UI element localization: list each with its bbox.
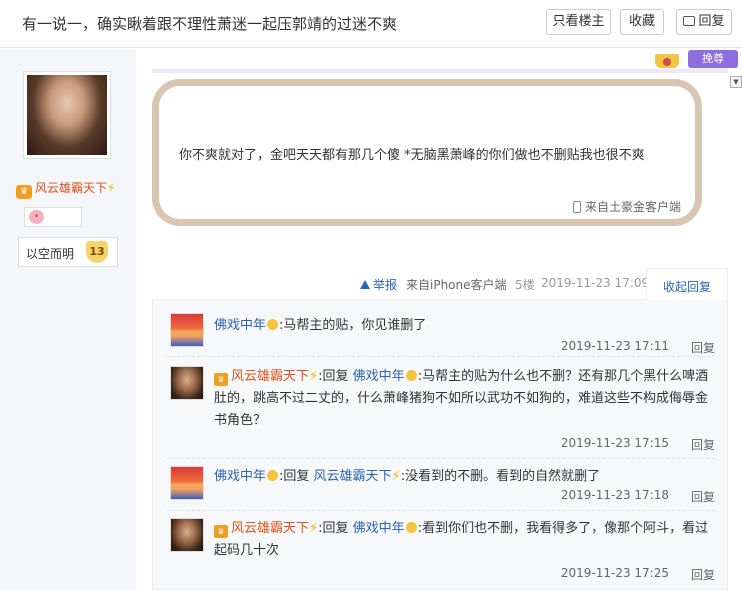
reply-divider	[167, 356, 715, 357]
avatar-image	[27, 75, 107, 155]
emoji-icon	[267, 319, 279, 330]
reply-content: 佛戏中年 :马帮主的贴，你见谁删了	[214, 315, 714, 337]
comment-icon	[683, 16, 696, 26]
author-sidebar: ♛ 风云雄霸天下⚡ • 以空而明 13	[0, 49, 136, 590]
reply-prefix: :回复	[318, 369, 353, 384]
report-link[interactable]: 举报	[360, 276, 397, 293]
post-source: 来自iPhone客户端	[406, 278, 507, 292]
author-name-row[interactable]: ♛ 风云雄霸天下⚡	[16, 179, 115, 199]
badge-strip	[152, 69, 728, 73]
reply-avatar[interactable]	[170, 518, 204, 552]
huanzun-label: 挽尊	[702, 52, 724, 65]
reply-list: 佛戏中年:马帮主的贴，你见谁删了 2019-11-23 17:11 回复 ♛ 风云…	[152, 299, 728, 590]
scroll-down-icon[interactable]: ▼	[730, 76, 742, 88]
emoji-icon	[267, 470, 279, 481]
only-author-button[interactable]: 只看楼主	[546, 9, 611, 35]
thread-title: 有一说一，确实瞅着跟不理性萧迷一起压郭靖的过迷不爽	[22, 15, 398, 33]
reply-target[interactable]: 佛戏中年	[353, 521, 405, 536]
reply-button[interactable]: 回复	[676, 9, 732, 35]
reply-text: :没看到的不删。看到的自然就删了	[400, 469, 601, 484]
lightning-icon: ⚡	[309, 521, 319, 536]
reply-time: 2019-11-23 17:15	[560, 436, 669, 450]
reply-username[interactable]: 佛戏中年	[214, 469, 266, 484]
warning-icon	[360, 280, 370, 289]
floor-number: 5楼	[515, 278, 535, 292]
pet-badge: •	[24, 207, 82, 227]
reply-content: 佛戏中年 :回复 风云雄霸天下⚡:没看到的不删。看到的自然就删了	[214, 466, 714, 488]
phone-icon	[572, 201, 581, 213]
reply-time: 2019-11-23 17:25	[560, 566, 669, 580]
collect-button[interactable]: 收藏	[620, 9, 664, 35]
thread-header: 有一说一，确实瞅着跟不理性萧迷一起压郭靖的过迷不爽 只看楼主 收藏 回复	[0, 0, 742, 48]
level-badge[interactable]: 以空而明 13	[18, 237, 118, 267]
reply-username[interactable]: 风云雄霸天下	[231, 369, 309, 384]
reply-avatar[interactable]	[170, 313, 204, 347]
emoji-icon	[405, 522, 417, 533]
post-bubble: 你不爽就对了，金吧天天都有那几个傻 *无脑黑萧峰的你们做也不删贴我也很不爽 来自…	[152, 79, 702, 226]
level-badge-text: 以空而明	[26, 247, 75, 261]
reply-target[interactable]: 佛戏中年	[353, 369, 405, 384]
reply-content: ♛ 风云雄霸天下⚡:回复 佛戏中年:马帮主的贴为什么也不删？还有那几个黑什么啤酒肚…	[214, 366, 714, 432]
reply-content: ♛ 风云雄霸天下⚡:回复 佛戏中年:看到你们也不删，我看得多了，像那个阿斗，看过起…	[214, 518, 714, 562]
reply-reply-link[interactable]: 回复	[691, 566, 715, 583]
reply-divider	[167, 458, 715, 459]
author-name: 风云雄霸天下	[35, 181, 108, 195]
vip-icon: ♛	[214, 373, 228, 386]
vip-icon: ♛	[16, 185, 32, 199]
post-content: 你不爽就对了，金吧天天都有那几个傻 *无脑黑萧峰的你们做也不删贴我也很不爽	[179, 148, 645, 163]
reply-reply-link[interactable]: 回复	[691, 339, 715, 356]
post-client-label: 来自土豪金客户端	[584, 200, 681, 214]
lightning-icon: ⚡	[391, 469, 401, 484]
reply-reply-link[interactable]: 回复	[691, 488, 715, 505]
reply-avatar[interactable]	[170, 366, 204, 400]
reply-username[interactable]: 佛戏中年	[214, 318, 266, 333]
reply-divider	[167, 510, 715, 511]
reply-time: 2019-11-23 17:11	[560, 339, 669, 353]
lightning-icon: ⚡	[107, 181, 116, 195]
reply-avatar[interactable]	[170, 466, 204, 500]
fold-replies-tab[interactable]: 收起回复	[646, 268, 728, 300]
fold-replies-link[interactable]: 收起回复	[663, 278, 711, 295]
reply-target[interactable]: 风云雄霸天下	[314, 469, 392, 484]
level-number: 13	[86, 241, 108, 263]
lightning-icon: ⚡	[309, 369, 319, 384]
vip-icon: ♛	[214, 525, 228, 538]
pig-icon: •	[29, 210, 44, 224]
reply-reply-link[interactable]: 回复	[691, 436, 715, 453]
reply-text: :马帮主的贴，你见谁删了	[279, 318, 427, 333]
post-time: 2019-11-23 17:09	[541, 276, 650, 290]
emoji-icon	[405, 370, 417, 381]
reply-username[interactable]: 风云雄霸天下	[231, 521, 309, 536]
reply-prefix: :回复	[318, 521, 353, 536]
author-avatar[interactable]	[23, 71, 111, 159]
post-client: 来自土豪金客户端	[572, 198, 681, 215]
report-label: 举报	[373, 278, 398, 292]
reply-button-label: 回复	[698, 14, 725, 29]
huanzun-badge[interactable]: 挽尊	[688, 50, 738, 68]
reply-prefix: :回复	[279, 469, 314, 484]
reply-time: 2019-11-23 17:18	[560, 488, 669, 502]
crown-icon	[651, 48, 683, 70]
